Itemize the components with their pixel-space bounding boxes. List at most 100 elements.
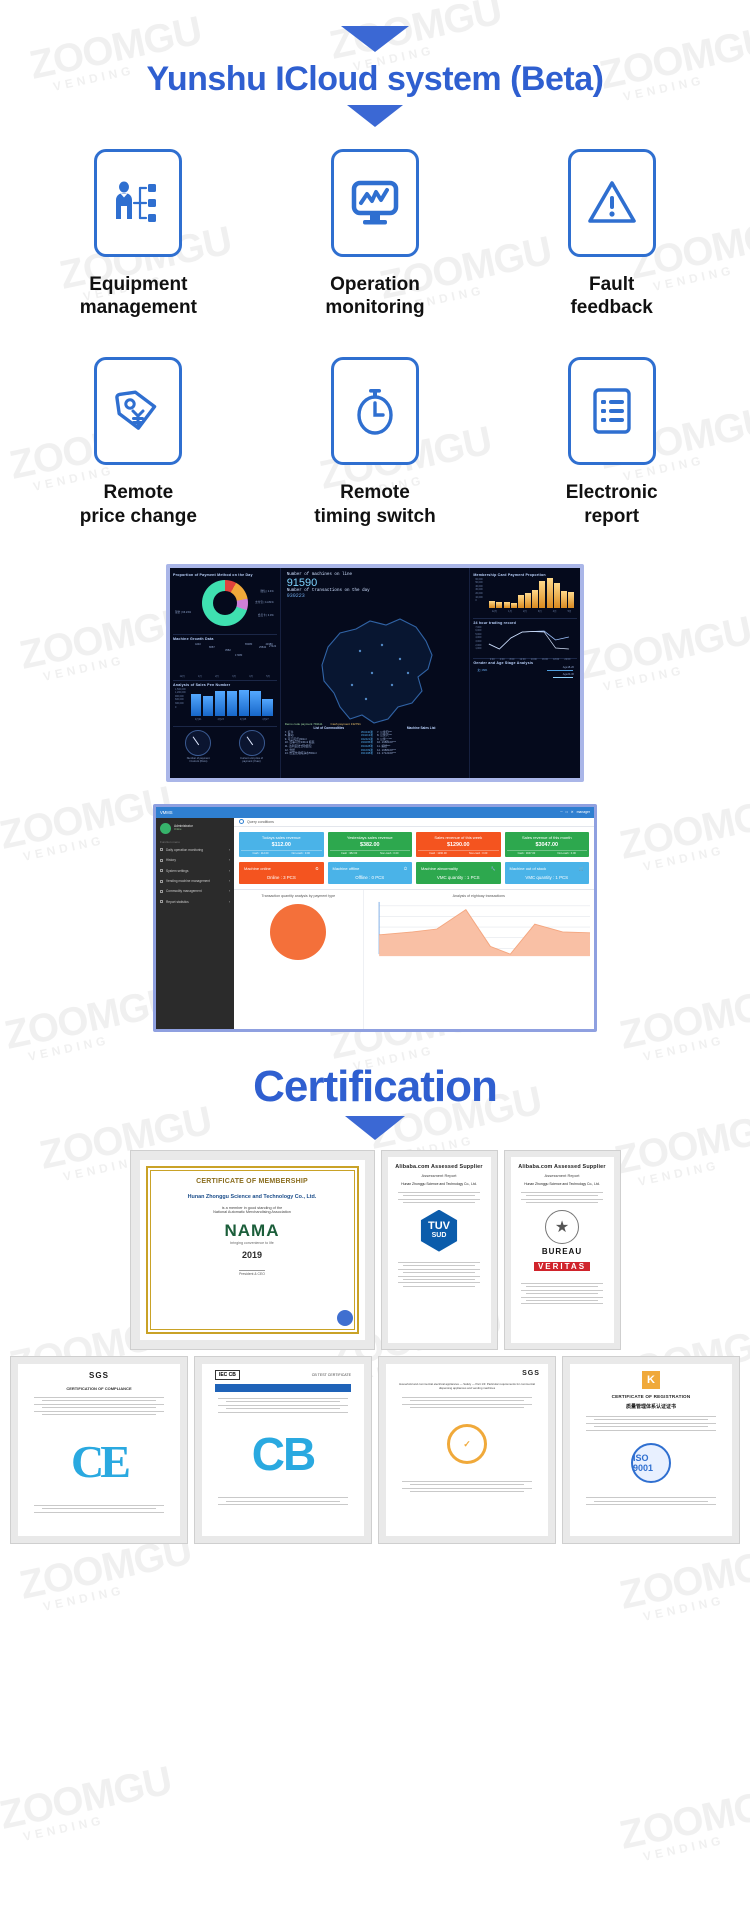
feature-item-fault-feedback[interactable]: Fault feedback: [493, 149, 730, 319]
vmms-user-label[interactable]: manager: [577, 810, 590, 814]
certificate-subtitle: Assessment Report: [544, 1172, 580, 1178]
certificate-row-2: SGS CERTIFICATION OF COMPLIANCE CE IEC C…: [10, 1355, 740, 1544]
chevron-right-icon: ›: [228, 879, 230, 883]
feature-label-line1: Remote: [340, 482, 410, 504]
axis-tick: 8:00: [509, 657, 515, 661]
sidebar-item-commodity-management[interactable]: Commodity management ›: [156, 886, 234, 896]
kpi-card-machine-online[interactable]: Machine online ⏲ Online : 3 PCS: [239, 861, 324, 884]
sidebar-item-daily-operation-monitoring[interactable]: Daily operation monitoring ›: [156, 845, 234, 855]
axis-tick: 3月: [537, 609, 542, 613]
watermark-subtext: VENDING: [641, 1032, 726, 1064]
certificate-cb[interactable]: IEC CB CB TEST CERTIFICATE CB: [194, 1355, 372, 1544]
certificate-text-lines: [520, 1190, 604, 1206]
certificate-tuv-assessed-supplier[interactable]: Alibaba.com Assessed Supplier Assessment…: [380, 1149, 498, 1350]
certificate-inner: SGS Household and commercial electrical …: [386, 1363, 548, 1536]
certificate-text-lines: [402, 1478, 532, 1494]
donut-legend-item: 会员卡 | 3.0%: [257, 613, 274, 617]
certificate-subtitle: CERTIFICATION OF COMPLIANCE: [66, 1385, 132, 1391]
age-legend-item: Age18-20: [562, 665, 574, 669]
chevron-right-icon: ›: [228, 858, 230, 863]
query-bar[interactable]: Query conditions: [234, 818, 594, 827]
chevron-right-icon: ›: [228, 847, 230, 852]
close-icon[interactable]: ✕: [571, 810, 574, 814]
certificate-sgs-ce[interactable]: SGS CERTIFICATION OF COMPLIANCE CE: [10, 1355, 188, 1544]
vmms-titlebar: VMMS ─ □ ✕ manager: [156, 806, 594, 818]
machine-growth-chart: [173, 648, 277, 674]
certificate-header-band: [214, 1383, 352, 1392]
certificate-inner: CERTIFICATE OF MEMBERSHIP Hunan Zhonggu …: [139, 1159, 365, 1340]
kpi-card-title: Machine out of stock: [509, 865, 547, 871]
certificate-inner: IEC CB CB TEST CERTIFICATE CB: [202, 1363, 364, 1536]
y-axis-labels: 60,000 50,000 40,000 30,000 20,000 10,00…: [475, 578, 482, 603]
feature-item-operation-monitoring[interactable]: Operation monitoring: [257, 149, 494, 319]
wrench-icon: 🔧: [490, 865, 496, 871]
axis-tick: 3月: [232, 674, 236, 678]
watermark-subtext: VENDING: [21, 1812, 106, 1844]
panel-title: Proportion of Payment Method on the Day: [173, 572, 253, 577]
feature-icon-frame: [94, 149, 183, 257]
eightday-transactions-panel: Analysis of eightoay transactions: [364, 890, 594, 1029]
sidebar-item-label: Commodity management: [166, 889, 202, 894]
panel-title: Membership Card Payment Proportion: [473, 572, 546, 577]
sidebar-item-system-settings[interactable]: System settings ›: [156, 865, 234, 875]
kpi-card-machine-abnormality[interactable]: Machine abnormality 🔧 VMC quantity : 1 PC…: [416, 861, 501, 884]
avatar: [160, 822, 171, 834]
minimize-icon[interactable]: ─: [560, 810, 562, 814]
certificate-logo-cb: CB: [251, 1428, 316, 1481]
certificate-logo-ce: CE: [71, 1436, 131, 1488]
feature-item-remote-price-change[interactable]: Remote price change: [20, 357, 257, 527]
feature-item-equipment-management[interactable]: Equipment management: [20, 149, 257, 319]
gauge-row: Number of payment / Current (Pens) Curre…: [173, 729, 277, 763]
axis-tick: 12:00: [519, 657, 526, 661]
certificate-bureau-veritas-assessed-supplier[interactable]: Alibaba.com Assessed Supplier Assessment…: [503, 1149, 621, 1350]
dashboard-center-column: Number of machines on line 91590 Number …: [281, 568, 470, 778]
certificate-subtitle: Household and commercial electrical appl…: [399, 1381, 535, 1391]
triangle-down-top-icon: [341, 26, 409, 52]
certificate-logo-sgs: SGS: [89, 1370, 109, 1380]
list-item-value: 931308笔: [360, 751, 373, 756]
feature-item-remote-timing-switch[interactable]: Remote timing switch: [257, 357, 494, 527]
kpi-card-footer-noncash: Non-cash : 0.00: [557, 851, 576, 855]
chevron-right-icon: ›: [228, 889, 230, 894]
sidebar-item-history[interactable]: History ›: [156, 855, 234, 865]
vmms-sidebar: Administrator Online Function menu Daily…: [156, 817, 234, 1029]
certificate-iso-registration[interactable]: K CERTIFICATE OF REGISTRATION 质量管理体系认证证书…: [562, 1355, 740, 1544]
watermark-text: ZOOMGU: [615, 978, 750, 1058]
certificate-k-logo-icon: K: [642, 1370, 660, 1389]
kpi-card-month-sales-revenue[interactable]: Sales revenue of this month $3047.00 Cas…: [504, 831, 589, 857]
y-tick: 0: [175, 705, 177, 709]
axis-tick: 14:00: [530, 657, 537, 661]
certificate-nama-membership[interactable]: CERTIFICATE OF MEMBERSHIP Hunan Zhonggu …: [129, 1149, 375, 1350]
vmms-body: Administrator Online Function menu Daily…: [156, 817, 594, 1029]
sidebar-item-vending-machine-management[interactable]: Vending machine management ›: [156, 876, 234, 886]
sidebar-item-report-statistics[interactable]: Report statistics ›: [156, 897, 234, 907]
cart-icon: 🛒: [579, 865, 584, 871]
certificate-logo-tuv: TUV SUD: [420, 1209, 458, 1252]
axis-tick: 12月: [179, 674, 185, 678]
maximize-icon[interactable]: □: [566, 810, 568, 814]
certificate-text-lines: [34, 1502, 164, 1515]
vmms-screenshot: VMMS ─ □ ✕ manager Administrator Online: [153, 803, 597, 1032]
feature-icon-frame: [567, 149, 656, 257]
feature-icon-frame: [94, 357, 183, 466]
kpi-card-week-sales-revenue[interactable]: Sales revenue of this week $1290.00 Cash…: [416, 831, 501, 857]
kpi-card-footer-cash: Cash : 1290.00: [429, 851, 447, 855]
kpi-card-machine-out-of-stock[interactable]: Machine out of stock 🛒 VMC quantity : 1 P…: [504, 861, 589, 884]
certificate-sgs[interactable]: SGS Household and commercial electrical …: [378, 1355, 556, 1544]
feature-label-line1: Fault: [588, 274, 635, 295]
bar-value-label: 4240: [195, 642, 201, 646]
certificate-seal-icon: [336, 1309, 353, 1326]
certificate-emblem-icon: ★: [545, 1209, 579, 1244]
feature-label-line1: Remote: [103, 482, 174, 504]
feature-label-line1: Electronic: [565, 482, 658, 504]
kpi-card-yesterdays-sales-revenue[interactable]: Yesterdays sales revenue $382.00 Cash : …: [327, 831, 412, 857]
feature-label-line2: feedback: [570, 297, 653, 319]
axis-tick: 18:00: [553, 657, 560, 661]
kpi-card-machine-offline[interactable]: Machine offline ⏻ Offline : 0 PCS: [327, 861, 412, 884]
feature-label-line2: report: [584, 505, 640, 527]
kpi-card-todays-sales-revenue[interactable]: Todays sales revenue $112.00 Cash : 112.…: [239, 831, 324, 857]
kpi-card-value: VMC quantity : 1 PCS: [525, 874, 569, 880]
certificate-text-lines: [586, 1495, 716, 1508]
chevron-right-icon: ›: [228, 899, 230, 904]
feature-item-electronic-report[interactable]: Electronic report: [493, 357, 730, 527]
